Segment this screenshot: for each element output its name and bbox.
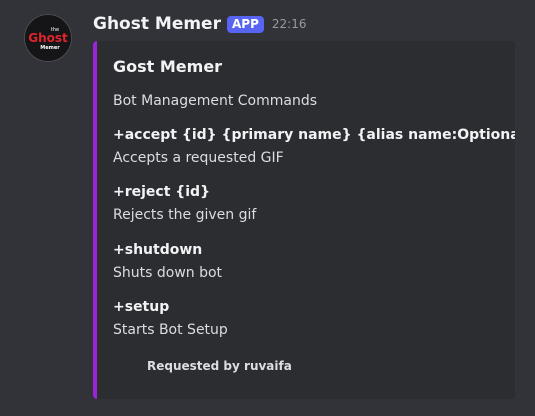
ghost-memer-logo-icon: the Ghost Memer <box>25 15 71 61</box>
message-header: Ghost Memer APP 22:16 <box>93 11 306 37</box>
app-badge: APP <box>226 15 264 33</box>
field-value: Accepts a requested GIF <box>113 150 284 166</box>
embed-field-shutdown: +shutdown Shuts down bot <box>113 241 509 282</box>
embed-description: Bot Management Commands <box>113 93 318 109</box>
embed-card: Gost Memer Bot Management Commands +acce… <box>93 41 515 399</box>
chat-message: the Ghost Memer Ghost Memer APP 22:16 Go… <box>0 0 535 416</box>
field-name: +accept {id} {primary name} {alias name:… <box>113 127 515 143</box>
embed-field-accept: +accept {id} {primary name} {alias name:… <box>113 126 515 167</box>
embed-title: Gost Memer <box>113 57 223 76</box>
field-value: Shuts down bot <box>113 265 223 281</box>
embed-field-setup: +setup Starts Bot Setup <box>113 298 509 339</box>
avatar-logo-ghost: Ghost <box>28 31 68 45</box>
embed-accent-bar <box>93 41 97 399</box>
message-timestamp[interactable]: 22:16 <box>272 17 307 31</box>
field-value: Rejects the given gif <box>113 207 257 223</box>
avatar-logo-memer: Memer <box>40 45 60 51</box>
embed-field-reject: +reject {id} Rejects the given gif <box>113 183 509 224</box>
embed-footer: Requested by ruvaifa <box>147 359 292 373</box>
field-name: +setup <box>113 299 170 315</box>
field-name: +reject {id} <box>113 184 211 200</box>
field-name: +shutdown <box>113 242 203 258</box>
bot-avatar[interactable]: the Ghost Memer <box>24 14 72 62</box>
field-value: Starts Bot Setup <box>113 322 228 338</box>
author-name[interactable]: Ghost Memer <box>93 14 221 34</box>
